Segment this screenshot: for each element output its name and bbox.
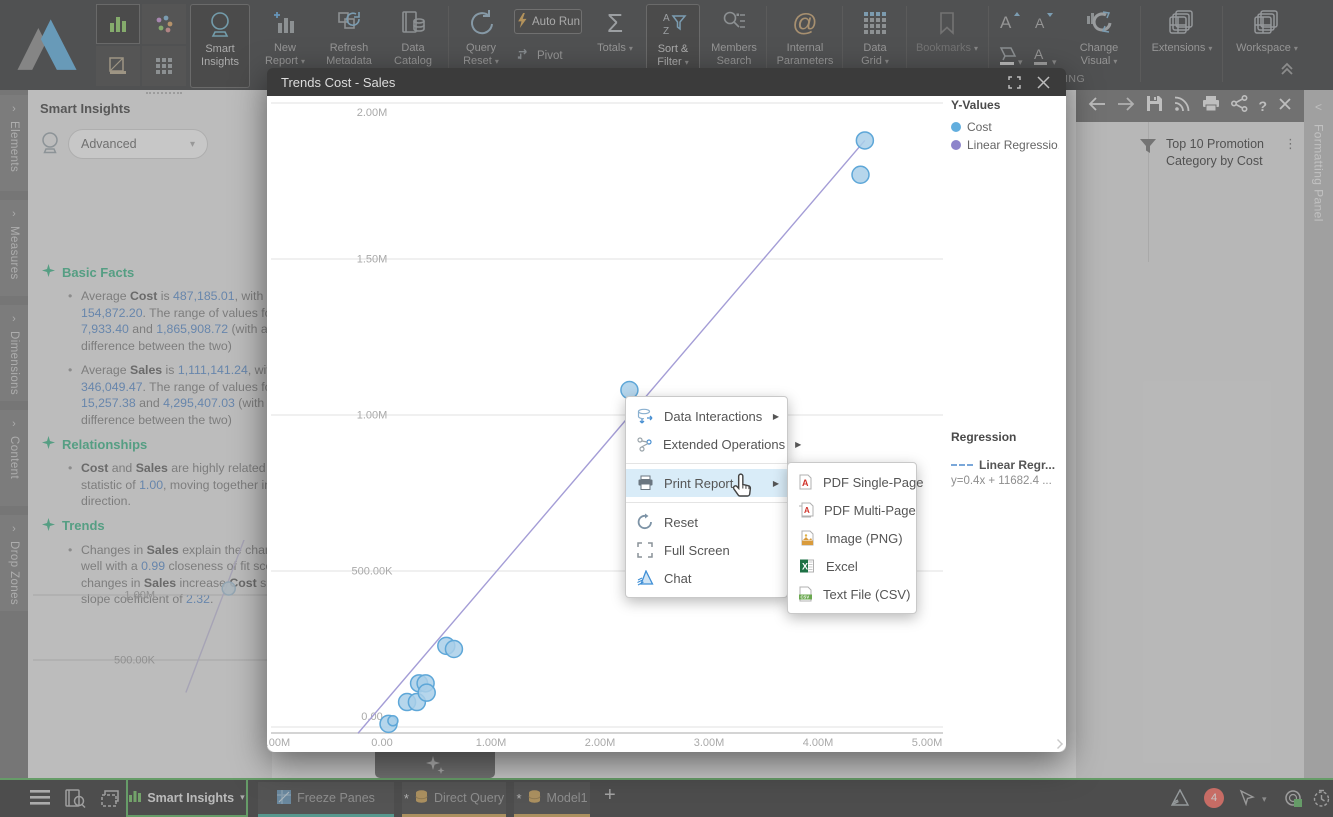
svg-text:1.00M: 1.00M [476, 737, 507, 749]
pdf-multi-icon: A [798, 502, 814, 518]
menu-item-label: Data Interactions [664, 409, 763, 424]
svg-text:2.00M: 2.00M [585, 737, 616, 749]
excel-icon: X [798, 558, 816, 574]
pdf-icon: A [798, 474, 813, 490]
submenu-item-image-png[interactable]: Image (PNG) [788, 524, 916, 552]
menu-item-label: Reset [664, 515, 779, 530]
csv-icon: CSV [798, 586, 813, 602]
legend-dot [951, 122, 961, 132]
dashed-line-icon [951, 464, 973, 466]
svg-text:-1.00M: -1.00M [267, 737, 290, 749]
menu-item-label: Image (PNG) [826, 531, 908, 546]
menu-item-label: Chat [664, 571, 779, 586]
legend-label: Cost [967, 120, 1059, 134]
dialog-title: Trends Cost - Sales [281, 75, 1008, 90]
menu-item-data-interactions[interactable]: Data Interactions ▶ [626, 402, 787, 430]
menu-item-reset[interactable]: Reset [626, 508, 787, 536]
extended-operations-icon [636, 436, 653, 453]
submenu-item-excel[interactable]: X Excel [788, 552, 916, 580]
app-stage: Smart Insights New Report Refresh Metada… [0, 0, 1333, 817]
fullscreen-icon[interactable] [1008, 76, 1021, 89]
regression-title: Regression [951, 430, 1063, 444]
menu-item-print-report[interactable]: Print Report ▶ [626, 469, 787, 497]
menu-item-label: Extended Operations [663, 437, 785, 452]
svg-text:CSV: CSV [801, 595, 810, 600]
resize-grip[interactable] [1053, 739, 1063, 749]
context-menu: Data Interactions ▶ Extended Operations … [625, 396, 788, 598]
svg-text:X: X [802, 562, 808, 572]
submenu-arrow-icon: ▶ [773, 412, 779, 421]
menu-item-label: Text File (CSV) [823, 587, 910, 602]
submenu-item-text-file-csv[interactable]: CSV Text File (CSV) [788, 580, 916, 608]
menu-separator [626, 463, 787, 464]
svg-text:A: A [802, 478, 809, 488]
regression-panel: Regression Linear Regr... y=0.4x + 11682… [951, 430, 1063, 487]
full-screen-icon [636, 542, 654, 558]
close-icon[interactable] [1037, 76, 1050, 89]
svg-text:2.00M: 2.00M [357, 107, 388, 119]
png-icon [798, 530, 816, 546]
svg-text:0.00: 0.00 [371, 737, 392, 749]
legend-label: Linear Regressio... [967, 138, 1059, 152]
dialog-titlebar[interactable]: Trends Cost - Sales [267, 68, 1066, 96]
menu-separator [626, 502, 787, 503]
legend-dot [951, 140, 961, 150]
menu-item-label: Full Screen [664, 543, 779, 558]
submenu-arrow-icon: ▶ [795, 440, 801, 449]
data-interactions-icon [636, 408, 654, 425]
menu-item-extended-operations[interactable]: Extended Operations ▶ [626, 430, 787, 458]
menu-item-label: PDF Single-Page [823, 475, 923, 490]
regression-equation: y=0.4x + 11682.4 ... [951, 475, 1057, 487]
svg-text:1.00M: 1.00M [357, 410, 388, 422]
print-report-icon [636, 475, 654, 491]
legend-item-linear-regression[interactable]: Linear Regressio... [951, 138, 1063, 152]
submenu-item-pdf-multi-page[interactable]: A PDF Multi-Page [788, 496, 916, 524]
menu-item-label: PDF Multi-Page [824, 503, 916, 518]
svg-text:A: A [804, 506, 810, 515]
menu-item-label: Excel [826, 559, 908, 574]
regression-series-label: Linear Regr... [979, 458, 1057, 472]
reset-icon [636, 513, 654, 531]
menu-item-chat[interactable]: Chat [626, 564, 787, 592]
scatter-chart[interactable]: 2.00M1.50M1.00M500.00K0.00-1.00M0.001.00… [267, 96, 967, 752]
hand-cursor [731, 472, 757, 506]
menu-item-full-screen[interactable]: Full Screen [626, 536, 787, 564]
svg-text:500.00K: 500.00K [352, 566, 394, 578]
print-report-submenu: A PDF Single-Page A PDF Multi-Page Image… [787, 462, 917, 614]
svg-text:5.00M: 5.00M [912, 737, 943, 749]
svg-text:4.00M: 4.00M [803, 737, 834, 749]
submenu-arrow-icon: ▶ [773, 479, 779, 488]
legend-item-cost[interactable]: Cost [951, 120, 1063, 134]
svg-text:1.50M: 1.50M [357, 254, 388, 266]
legend-title: Y-Values [951, 98, 1063, 112]
svg-text:3.00M: 3.00M [694, 737, 725, 749]
submenu-item-pdf-single-page[interactable]: A PDF Single-Page [788, 468, 916, 496]
chat-icon [636, 570, 654, 586]
chart-legend: Y-Values Cost Linear Regressio... [951, 98, 1063, 156]
